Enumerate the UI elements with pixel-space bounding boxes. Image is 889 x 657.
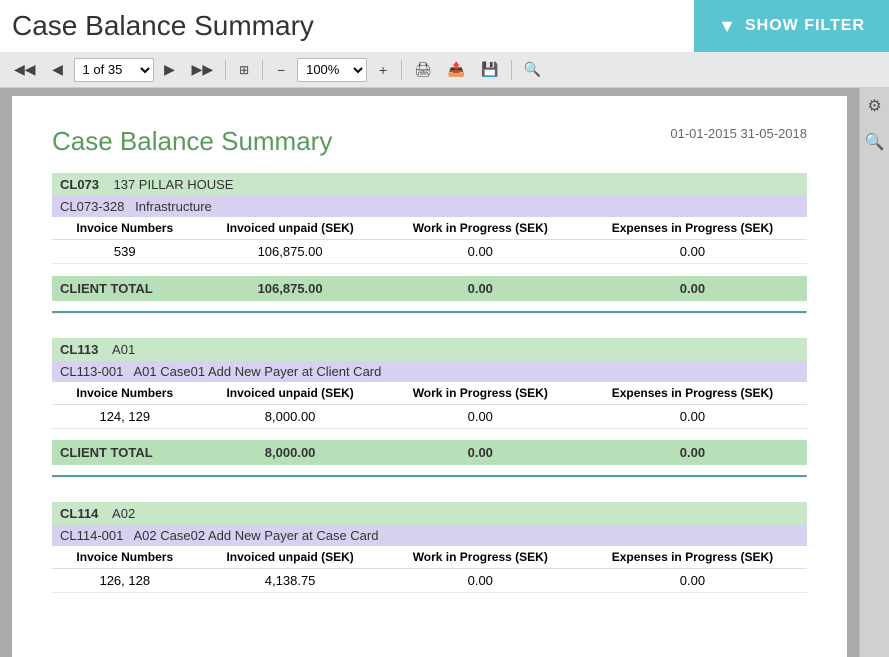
cell-unpaid-cl114-1: 4,138.75: [198, 569, 383, 593]
cell-invoice-cl073-1: 539: [52, 240, 198, 264]
total-row-cl113: CLIENT TOTAL 8,000.00 0.00 0.00: [52, 440, 807, 465]
toolbar: ◀◀ ◀ 1 of 35 ▶ ▶▶ ⊞ − 100% + 🖨 📤 💾 🔍: [0, 52, 889, 88]
total-expenses-cl073: 0.00: [578, 276, 807, 301]
col-header-expenses-2: Expenses in Progress (SEK): [578, 382, 807, 405]
case-code-cl114-001: CL114-001: [60, 528, 123, 543]
search-sidebar-button[interactable]: 🔍: [861, 128, 889, 156]
spacer-cl113: [52, 428, 807, 440]
cell-unpaid-cl073-1: 106,875.00: [198, 240, 383, 264]
cell-wip-cl073-1: 0.00: [383, 240, 578, 264]
col-header-wip: Work in Progress (SEK): [383, 217, 578, 240]
fit-page-button[interactable]: ⊞: [232, 57, 256, 83]
page-title: Case Balance Summary: [0, 0, 694, 52]
search-toolbar-button[interactable]: 🔍: [518, 57, 547, 83]
main-area: Case Balance Summary 01-01-2015 31-05-20…: [0, 88, 889, 657]
first-page-button[interactable]: ◀◀: [8, 57, 42, 83]
col-header-invoiced-unpaid-3: Invoiced unpaid (SEK): [198, 546, 383, 569]
cell-wip-cl114-1: 0.00: [383, 569, 578, 593]
col-headers-cl113: Invoice Numbers Invoiced unpaid (SEK) Wo…: [52, 382, 807, 405]
col-headers-cl114: Invoice Numbers Invoiced unpaid (SEK) Wo…: [52, 546, 807, 569]
subcase-row-cl113-001: CL113-001 A01 Case01 Add New Payer at Cl…: [52, 361, 807, 382]
client-name-cl113: A01: [112, 342, 135, 357]
col-header-expenses-3: Expenses in Progress (SEK): [578, 546, 807, 569]
subcase-row-cl073-328: CL073-328 Infrastructure: [52, 196, 807, 217]
col-header-invoiced-unpaid: Invoiced unpaid (SEK): [198, 217, 383, 240]
case-name-cl073-328: Infrastructure: [135, 199, 212, 214]
total-unpaid-cl073: 106,875.00: [198, 276, 383, 301]
subcase-row-cl114-001: CL114-001 A02 Case02 Add New Payer at Ca…: [52, 525, 807, 546]
col-header-invoice-2: Invoice Numbers: [52, 382, 198, 405]
col-header-invoice: Invoice Numbers: [52, 217, 198, 240]
section-cl113: CL113 A01 CL113-001 A01 Case01 Add New P…: [52, 338, 807, 466]
gear-button[interactable]: ⚙: [863, 92, 885, 120]
total-label-cl113: CLIENT TOTAL: [52, 440, 198, 465]
data-row-cl113-1: 124, 129 8,000.00 0.00 0.00: [52, 404, 807, 428]
col-header-invoiced-unpaid-2: Invoiced unpaid (SEK): [198, 382, 383, 405]
separator-3: [401, 60, 402, 80]
report-scroll[interactable]: Case Balance Summary 01-01-2015 31-05-20…: [0, 88, 859, 657]
client-code-cl114: CL114: [60, 506, 98, 521]
col-header-wip-3: Work in Progress (SEK): [383, 546, 578, 569]
client-code-cl113: CL113: [60, 342, 98, 357]
data-row-cl114-1: 126, 128 4,138.75 0.00 0.00: [52, 569, 807, 593]
cell-invoice-cl114-1: 126, 128: [52, 569, 198, 593]
col-header-wip-2: Work in Progress (SEK): [383, 382, 578, 405]
total-unpaid-cl113: 8,000.00: [198, 440, 383, 465]
cell-invoice-cl113-1: 124, 129: [52, 404, 198, 428]
separator-1: [225, 60, 226, 80]
total-row-cl073: CLIENT TOTAL 106,875.00 0.00 0.00: [52, 276, 807, 301]
client-code-cl073: CL073: [60, 177, 99, 192]
case-name-cl114-001: A02 Case02 Add New Payer at Case Card: [134, 528, 379, 543]
total-wip-cl073: 0.00: [383, 276, 578, 301]
show-filter-label: SHOW FILTER: [745, 17, 865, 35]
case-code-cl073-328: CL073-328: [60, 199, 124, 214]
total-wip-cl113: 0.00: [383, 440, 578, 465]
client-row-cl114: CL114 A02: [52, 502, 807, 525]
client-row-cl073: CL073 137 PILLAR HOUSE: [52, 173, 807, 196]
show-filter-button[interactable]: ▼ SHOW FILTER: [694, 0, 889, 52]
export-button[interactable]: 📤: [442, 57, 471, 83]
zoom-selector[interactable]: 100%: [297, 58, 367, 82]
case-name-cl113-001: A01 Case01 Add New Payer at Client Card: [134, 364, 382, 379]
save-button[interactable]: 💾: [475, 57, 504, 83]
spacer-cl073: [52, 264, 807, 276]
separator-4: [511, 60, 512, 80]
print-button[interactable]: 🖨: [408, 57, 438, 83]
section-cl114: CL114 A02 CL114-001 A02 Case02 Add New P…: [52, 502, 807, 593]
client-row-cl113: CL113 A01: [52, 338, 807, 361]
filter-icon: ▼: [718, 16, 737, 37]
separator-2: [262, 60, 263, 80]
client-name-cl073: 137 PILLAR HOUSE: [113, 177, 233, 192]
client-name-cl114: A02: [112, 506, 135, 521]
report-page: Case Balance Summary 01-01-2015 31-05-20…: [12, 96, 847, 657]
settings-sidebar: ⚙ 🔍: [859, 88, 889, 657]
prev-page-button[interactable]: ◀: [46, 57, 70, 83]
col-headers-cl073: Invoice Numbers Invoiced unpaid (SEK) Wo…: [52, 217, 807, 240]
data-row-cl073-1: 539 106,875.00 0.00 0.00: [52, 240, 807, 264]
zoom-in-button[interactable]: +: [371, 57, 395, 83]
next-page-button[interactable]: ▶: [158, 57, 182, 83]
total-expenses-cl113: 0.00: [578, 440, 807, 465]
cell-expenses-cl073-1: 0.00: [578, 240, 807, 264]
last-page-button[interactable]: ▶▶: [186, 57, 220, 83]
report-date-range: 01-01-2015 31-05-2018: [670, 126, 807, 141]
case-code-cl113-001: CL113-001: [60, 364, 123, 379]
section-cl073: CL073 137 PILLAR HOUSE CL073-328 Infrast…: [52, 173, 807, 301]
zoom-out-button[interactable]: −: [269, 57, 293, 83]
cell-expenses-cl114-1: 0.00: [578, 569, 807, 593]
cell-unpaid-cl113-1: 8,000.00: [198, 404, 383, 428]
col-header-invoice-3: Invoice Numbers: [52, 546, 198, 569]
cell-wip-cl113-1: 0.00: [383, 404, 578, 428]
total-label-cl073: CLIENT TOTAL: [52, 276, 198, 301]
cell-expenses-cl113-1: 0.00: [578, 404, 807, 428]
col-header-expenses: Expenses in Progress (SEK): [578, 217, 807, 240]
page-selector[interactable]: 1 of 35: [74, 58, 154, 82]
